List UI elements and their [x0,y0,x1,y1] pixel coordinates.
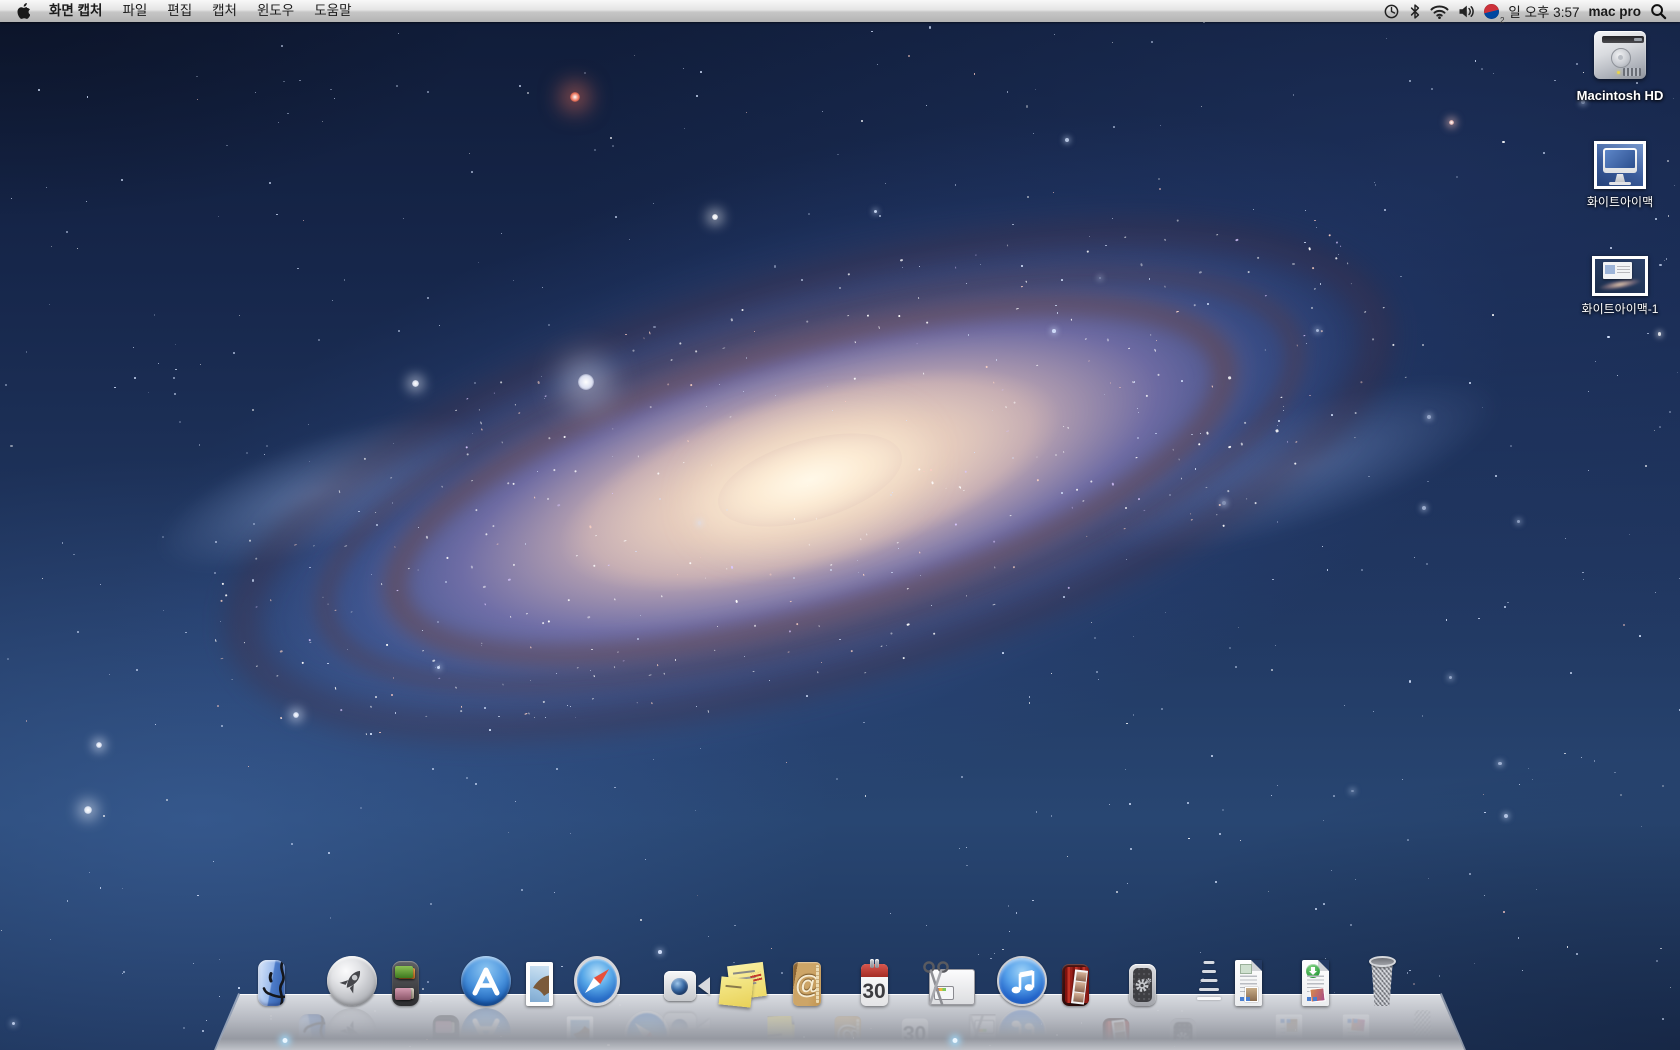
dock-divider [1196,954,1222,1006]
launchpad-icon [327,956,377,1006]
dock-item-launchpad[interactable] [325,954,379,1006]
desktop-icon-label[interactable]: 화이트아이맥 [1560,193,1680,210]
dock: @ @ 30 30 [216,994,1464,1050]
dock-item-grab[interactable] [928,954,982,1006]
dock-item-itunes[interactable] [995,954,1049,1006]
finder-icon [258,960,285,1006]
input-source-badge: 2 [1500,16,1504,25]
desktop-icon-macintosh-hd[interactable]: Macintosh HD [1560,26,1680,103]
stickies-icon [727,962,754,1006]
dock-item-system-preferences[interactable] [1129,954,1183,1006]
bluetooth-icon[interactable] [1409,0,1421,22]
dock-item-ical[interactable]: 30 30 [861,954,915,1006]
dock-item-finder[interactable] [258,954,312,1006]
wifi-icon[interactable] [1430,0,1449,22]
hard-drive-icon[interactable] [1591,26,1649,84]
itunes-icon [997,956,1047,1006]
mail-icon [526,962,553,1006]
ical-icon: 30 [861,964,888,1006]
desktop-icon-white-imac-1[interactable]: 화이트아이맥-1 [1560,256,1680,317]
facetime-icon [661,966,713,1006]
menu-edit[interactable]: 편집 [157,0,202,22]
dock-item-safari[interactable] [593,954,647,1006]
menu-window[interactable]: 윈도우 [247,0,304,22]
safari-icon [574,956,620,1006]
address-book-icon: @ [793,962,820,1006]
grab-screen-capture-icon [928,960,955,1006]
dock-item-mission-control[interactable] [392,954,446,1006]
korean-flag [1484,4,1499,19]
apple-logo-icon [17,3,30,19]
dock-item-address-book[interactable]: @ @ [794,954,848,1006]
menu-file[interactable]: 파일 [112,0,157,22]
dock-item-document-file-1[interactable] [1235,954,1289,1006]
dock-item-facetime[interactable] [660,954,714,1006]
menu-help[interactable]: 도움말 [304,0,361,22]
desktop-wallpaper [0,0,1680,1050]
time-machine-icon[interactable] [1383,0,1400,22]
menu-bar: 화면 캡처 파일 편집 캡처 윈도우 도움말 2 일 오후 3 [0,0,1680,22]
document-file-icon [1302,960,1329,1006]
dock-item-stickies[interactable] [727,954,781,1006]
apple-menu[interactable] [12,0,39,22]
image-file-icon[interactable] [1594,141,1646,189]
spotlight-icon[interactable] [1650,0,1667,22]
document-file-icon [1235,960,1262,1006]
dock-item-trash[interactable] [1369,954,1423,1006]
photo-booth-icon [1062,964,1089,1006]
trash-icon [1369,956,1396,1006]
mission-control-icon [392,961,419,1006]
desktop-icon-label[interactable]: 화이트아이맥-1 [1560,300,1680,317]
running-indicator [282,1038,287,1043]
menu-app[interactable]: 화면 캡처 [39,0,112,22]
system-preferences-icon [1129,964,1156,1006]
dock-item-document-file-2[interactable] [1302,954,1356,1006]
dock-item-photo-booth[interactable] [1062,954,1116,1006]
desktop-icon-label[interactable]: Macintosh HD [1560,88,1680,103]
app-store-icon [461,956,511,1006]
dock-item-app-store[interactable] [459,954,513,1006]
input-source-korean-flag-icon[interactable]: 2 [1484,0,1499,22]
menu-user[interactable]: mac pro [1588,4,1641,19]
running-indicator [952,1038,957,1043]
volume-icon[interactable] [1458,0,1475,22]
image-file-icon[interactable] [1592,256,1648,296]
menu-clock[interactable]: 일 오후 3:57 [1508,1,1579,21]
desktop-screen: 화면 캡처 파일 편집 캡처 윈도우 도움말 2 일 오후 3 [0,0,1680,1050]
menu-capture[interactable]: 캡처 [202,0,247,22]
desktop-icon-white-imac[interactable]: 화이트아이맥 [1560,141,1680,210]
